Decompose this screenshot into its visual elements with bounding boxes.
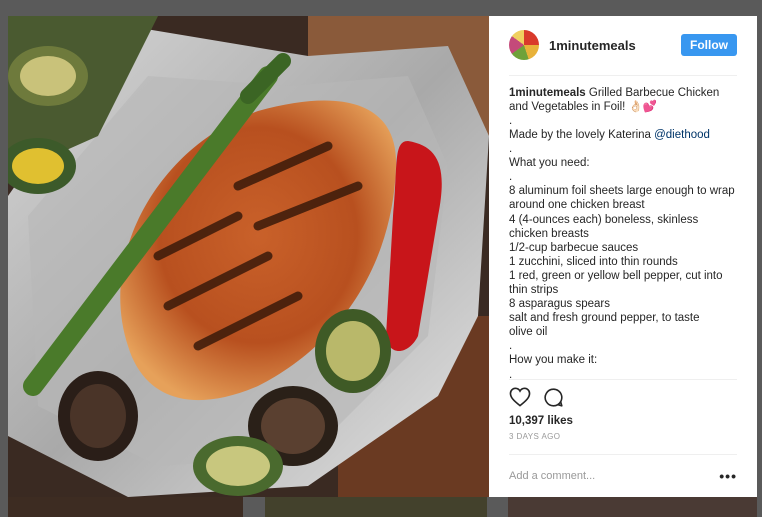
caption-line: How you make it: [509,354,598,367]
caption-line: 1/2-cup barbecue sauces [509,241,639,254]
mention-link[interactable]: @diethood [654,129,710,141]
avatar[interactable] [509,30,539,61]
comment-icon[interactable] [543,387,564,408]
post-header: 1minutemeals Follow [509,16,737,76]
caption-line: . [509,368,513,381]
follow-button[interactable]: Follow [681,34,737,57]
caption-author-link[interactable]: 1minutemeals [509,87,586,99]
post-caption: 1minutemeals Grilled Barbecue Chicken an… [509,76,737,381]
background-thumbnail [8,497,243,517]
post-sidebar: 1minutemeals Follow 1minutemeals Grilled… [489,16,757,497]
caption-line: What you need: [509,157,590,170]
background-thumbnail [508,497,757,517]
caption-line: . [509,143,513,156]
caption-line: olive oil [509,326,548,339]
post-date: 3 DAYS AGO [509,432,737,455]
caption-line: 4 (4-ounces each) boneless, skinless chi… [509,213,702,240]
caption-line: . [509,171,513,184]
heart-icon[interactable] [509,387,531,408]
caption-line: 8 aluminum foil sheets large enough to w… [509,185,735,212]
likes-count[interactable]: 10,397 likes [509,415,737,427]
caption-line: 1 zucchini, sliced into thin rounds [509,255,678,268]
username-link[interactable]: 1minutemeals [549,38,681,53]
food-photo-illustration [8,16,489,497]
comment-input[interactable] [509,469,720,482]
post-photo [8,16,489,497]
caption-body: . Made by the lovely Katerina @diethood. W… [509,114,737,381]
comment-bar: ••• [509,455,737,497]
caption-line: . [509,114,513,127]
more-options-icon[interactable]: ••• [719,468,737,484]
caption-line: salt and fresh ground pepper, to taste [509,312,700,325]
caption-line: 1 red, green or yellow bell pepper, cut … [509,269,726,296]
post-modal: 1minutemeals Follow 1minutemeals Grilled… [8,16,757,497]
caption-title: 1minutemeals Grilled Barbecue Chicken an… [509,86,737,114]
caption-line: 8 asparagus spears [509,298,611,311]
made-by-text: Made by the lovely Katerina [509,128,655,141]
caption-line: . [509,340,513,353]
background-thumbnail [265,497,487,517]
caption-made-by: Made by the lovely Katerina @diethood [509,128,737,142]
action-bar [509,380,737,415]
